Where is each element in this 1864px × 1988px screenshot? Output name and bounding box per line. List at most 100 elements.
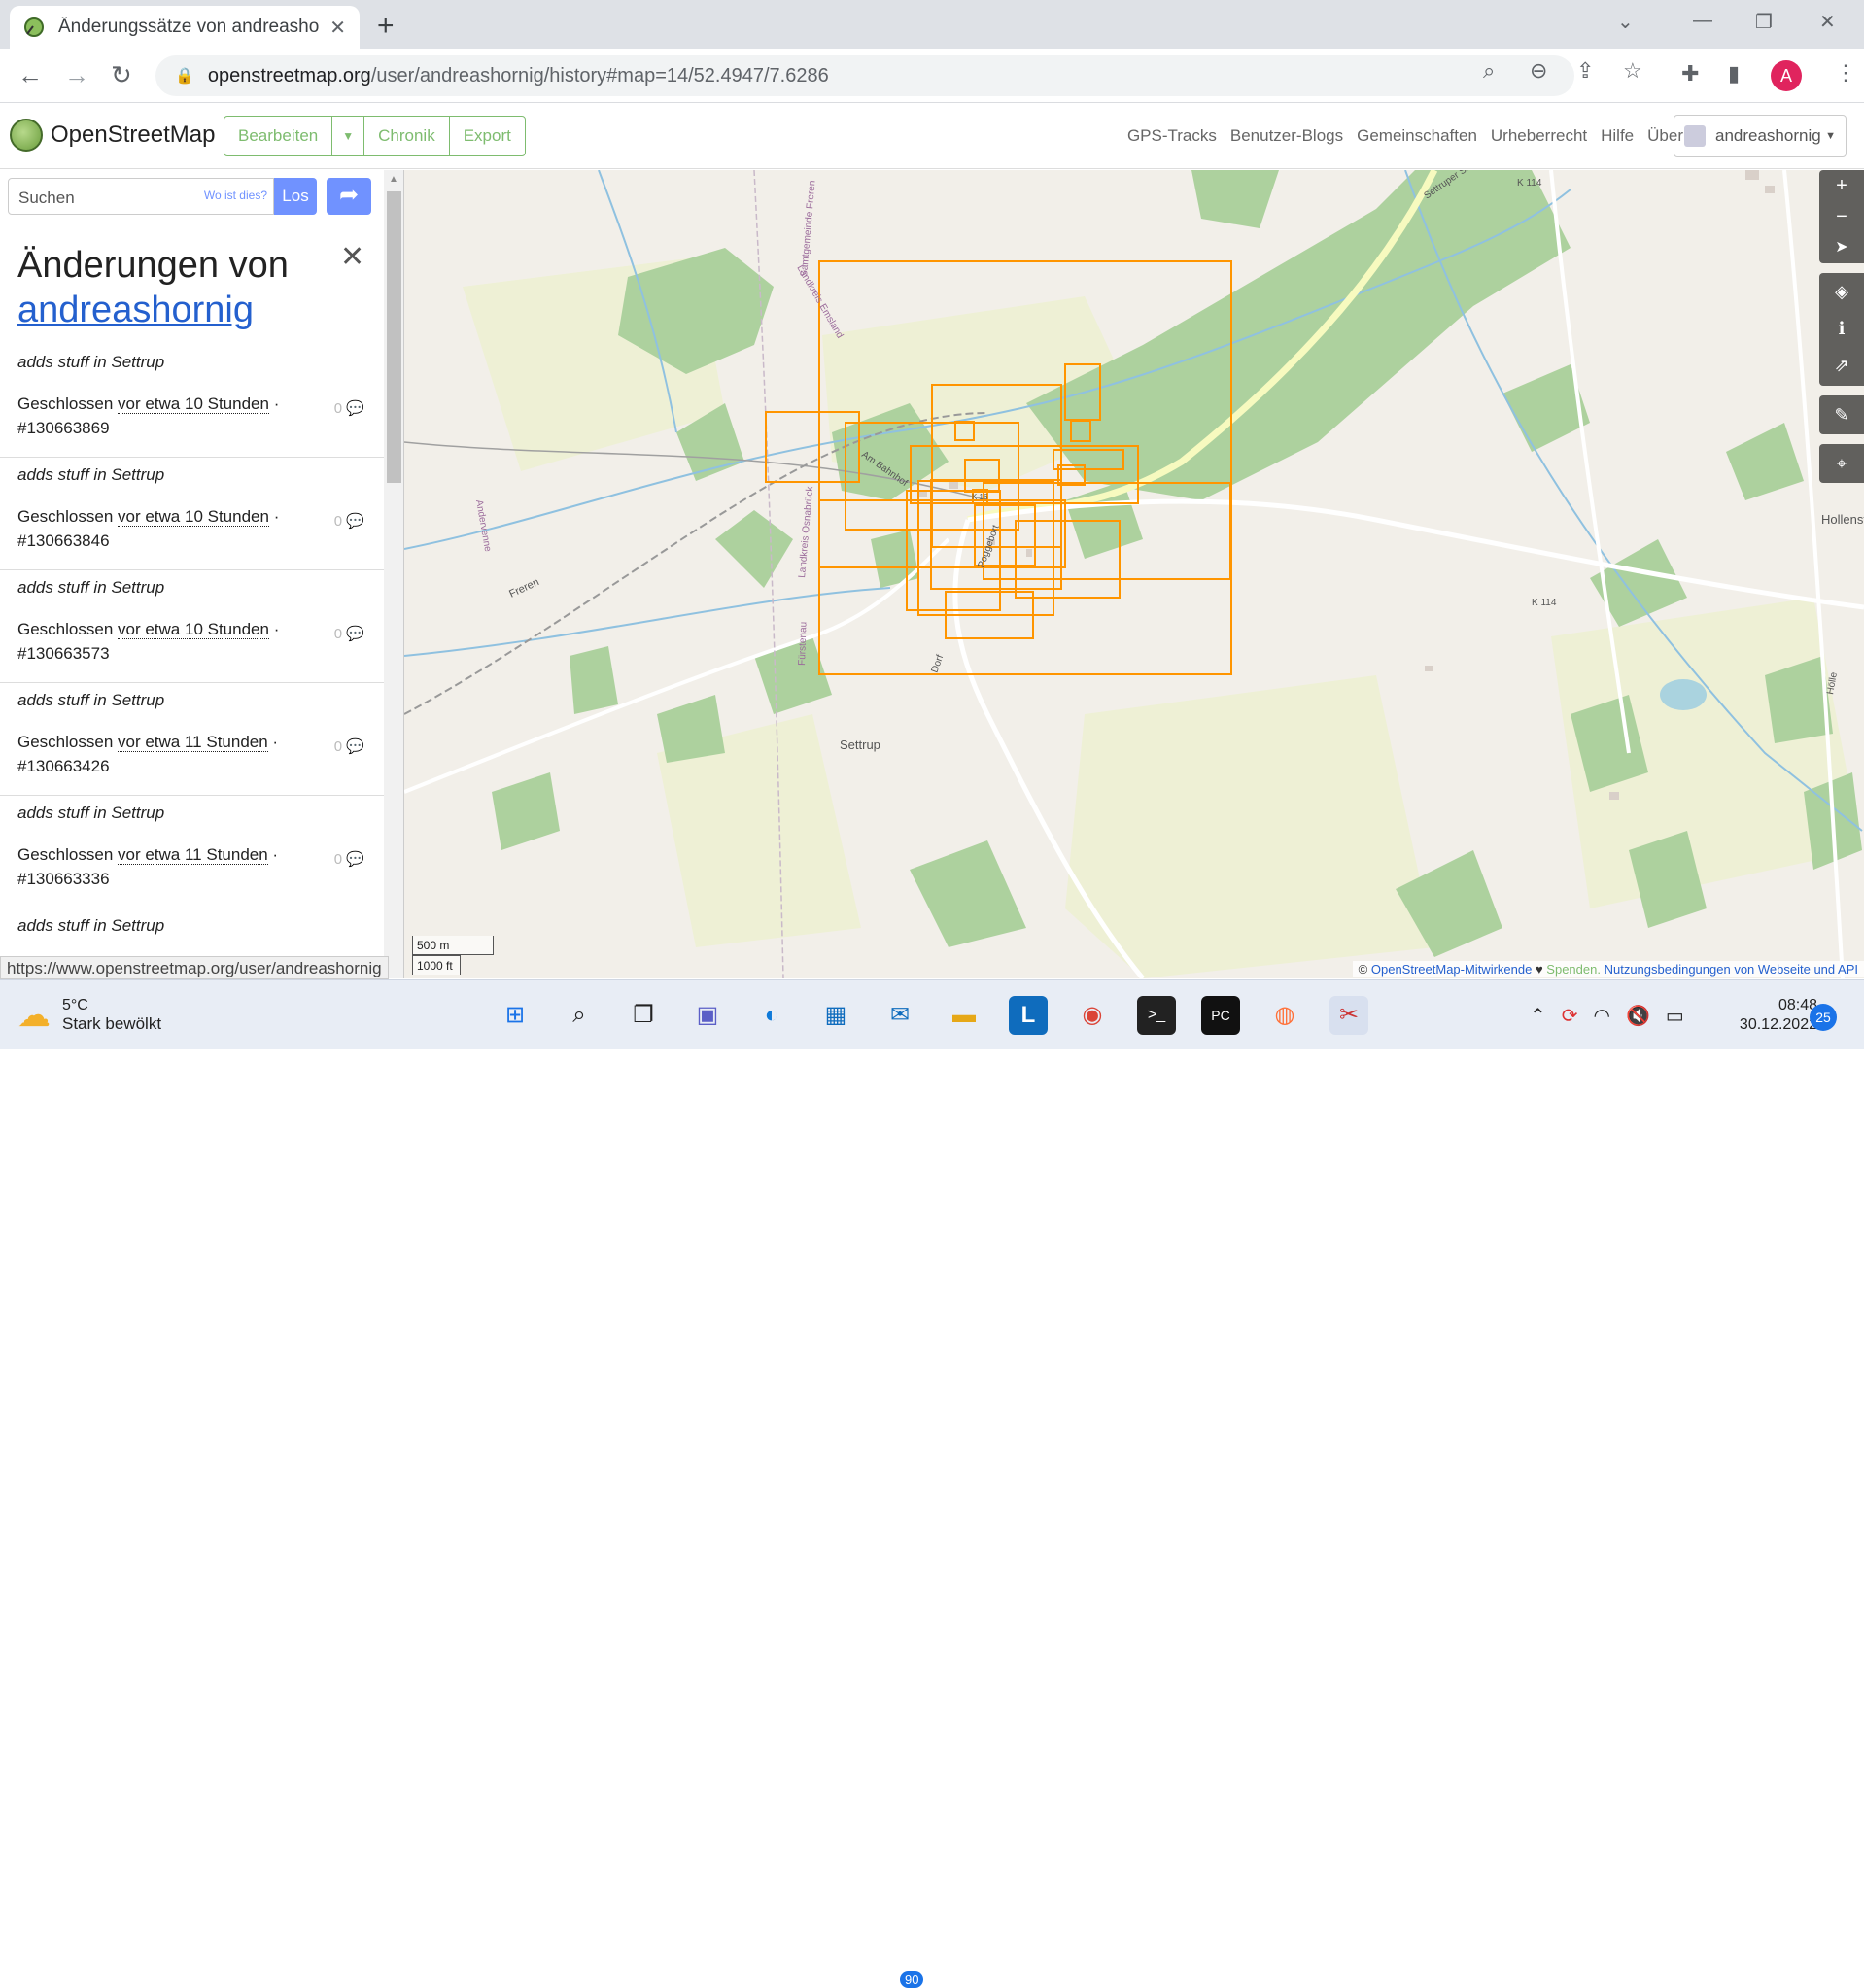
changeset-time: vor etwa 11 Stunden bbox=[118, 845, 268, 865]
zoom-out-button[interactable]: − bbox=[1819, 201, 1864, 232]
search-taskbar-icon[interactable]: ⌕ bbox=[560, 996, 599, 1035]
map-label-k16: K 16 bbox=[972, 493, 988, 501]
tab-search-icon[interactable]: ⌄ bbox=[1617, 10, 1634, 34]
tab-close-icon[interactable]: ✕ bbox=[329, 16, 346, 40]
close-sidebar-icon[interactable]: ✕ bbox=[340, 240, 364, 274]
changeset-time: vor etwa 10 Stunden bbox=[118, 507, 269, 527]
terminal-icon[interactable]: >_ bbox=[1137, 996, 1176, 1035]
changeset-item[interactable]: adds stuff in Settrup Geschlossen vor et… bbox=[0, 683, 384, 796]
extensions-icon[interactable]: ✚ bbox=[1681, 61, 1699, 86]
directions-button[interactable]: ➦ bbox=[327, 178, 371, 215]
url-host: openstreetmap.org bbox=[207, 64, 371, 86]
changeset-meta: Geschlossen vor etwa 11 Stunden · #130663… bbox=[17, 733, 279, 775]
export-button[interactable]: Export bbox=[450, 117, 525, 155]
changeset-comment: adds stuff in Settrup bbox=[17, 578, 165, 597]
changeset-item[interactable]: adds stuff in Settrup Geschlossen vor et… bbox=[0, 345, 384, 458]
edit-dropdown-chevron-icon[interactable]: ▼ bbox=[332, 117, 365, 155]
nav-help[interactable]: Hilfe bbox=[1601, 126, 1634, 146]
weather-temperature: 5°C bbox=[62, 997, 88, 1013]
sync-status-icon[interactable]: ⟳ bbox=[1562, 1004, 1578, 1028]
pycharm-icon[interactable]: PC bbox=[1201, 996, 1240, 1035]
attribution-contributors-link[interactable]: OpenStreetMap-Mitwirkende bbox=[1371, 962, 1532, 977]
scroll-up-arrow-icon[interactable]: ▲ bbox=[389, 174, 398, 185]
minimize-button[interactable]: — bbox=[1693, 10, 1712, 32]
nav-gps-tracks[interactable]: GPS-Tracks bbox=[1127, 126, 1217, 146]
changeset-comment: adds stuff in Settrup bbox=[17, 353, 165, 371]
teams-chat-icon[interactable]: ▣ bbox=[688, 996, 727, 1035]
notification-count-badge[interactable]: 25 bbox=[1810, 1004, 1837, 1031]
profile-avatar[interactable]: A bbox=[1771, 60, 1802, 91]
map-attribution: © OpenStreetMap-Mitwirkende ♥ Spenden. N… bbox=[1352, 961, 1864, 977]
browser-menu-icon[interactable]: ⋮ bbox=[1835, 60, 1856, 86]
browser-tab-active[interactable]: Änderungssätze von andreashornig ✕ bbox=[10, 6, 360, 49]
user-menu-button[interactable]: andreashornig ▼ bbox=[1674, 115, 1847, 157]
show-hidden-icons-chevron-icon[interactable]: ⌃ bbox=[1530, 1004, 1546, 1028]
locate-me-icon[interactable]: ➤ bbox=[1819, 232, 1864, 263]
nav-copyright[interactable]: Urheberrecht bbox=[1491, 126, 1587, 146]
terms-link[interactable]: Nutzungsbedingungen von Webseite und API bbox=[1605, 962, 1858, 977]
donate-link[interactable]: Spenden. bbox=[1546, 962, 1601, 977]
nav-communities[interactable]: Gemeinschaften bbox=[1357, 126, 1477, 146]
nav-user-diaries[interactable]: Benutzer-Blogs bbox=[1230, 126, 1343, 146]
user-avatar bbox=[1684, 125, 1706, 147]
search-go-button[interactable]: Los bbox=[274, 178, 317, 215]
reload-button[interactable]: ↻ bbox=[111, 60, 132, 90]
search-input[interactable]: Suchen Wo ist dies? bbox=[8, 178, 274, 215]
changeset-item[interactable]: adds stuff in Settrup Geschlossen vor et… bbox=[0, 796, 384, 908]
share-map-icon[interactable]: ⇗ bbox=[1819, 347, 1864, 384]
history-button[interactable]: Chronik bbox=[364, 117, 450, 155]
bookmark-star-icon[interactable]: ☆ bbox=[1623, 58, 1642, 84]
file-explorer-icon[interactable]: ▬ bbox=[945, 996, 984, 1035]
battery-icon[interactable]: ▭ bbox=[1666, 1004, 1684, 1028]
scrollbar-thumb[interactable] bbox=[387, 191, 401, 483]
zoom-controls: + − ➤ bbox=[1819, 170, 1864, 263]
where-is-this-link[interactable]: Wo ist dies? bbox=[204, 189, 267, 202]
page-title-user-link[interactable]: andreashornig bbox=[17, 290, 254, 330]
search-page-icon[interactable]: ⌕ bbox=[1483, 58, 1495, 84]
map-key-icon[interactable]: ℹ bbox=[1819, 310, 1864, 347]
add-note-button[interactable]: ✎ bbox=[1819, 395, 1864, 434]
snipping-tool-icon[interactable]: ✂ bbox=[1329, 996, 1368, 1035]
microsoft-store-icon[interactable]: ▦ bbox=[816, 996, 855, 1035]
chrome-browser-icon[interactable]: ◉ bbox=[1073, 996, 1112, 1035]
speaker-muted-icon[interactable]: 🔇 bbox=[1626, 1004, 1650, 1028]
close-window-button[interactable]: ✕ bbox=[1819, 10, 1836, 34]
changeset-comment: adds stuff in Settrup bbox=[17, 465, 165, 484]
new-tab-button[interactable]: + bbox=[377, 10, 395, 43]
map-view[interactable]: Settrup Hollenst K 114 K 114 Freren Am B… bbox=[404, 170, 1864, 978]
query-features-button[interactable]: ⌖ bbox=[1819, 444, 1864, 483]
back-button[interactable]: ← bbox=[17, 60, 43, 90]
system-clock[interactable]: 08:48 30.12.2022 bbox=[1720, 996, 1817, 1035]
changeset-item[interactable]: adds stuff in Settrup Geschlossen vor et… bbox=[0, 458, 384, 570]
l-app-icon[interactable]: L bbox=[1009, 996, 1048, 1035]
edit-button[interactable]: Bearbeiten bbox=[224, 117, 333, 155]
zoom-in-button[interactable]: + bbox=[1819, 170, 1864, 201]
address-bar[interactable]: 🔒 openstreetmap.org/user/andreashornig/h… bbox=[155, 55, 1574, 96]
scale-imperial: 1000 ft bbox=[412, 955, 461, 975]
osm-logo[interactable]: OpenStreetMap bbox=[10, 119, 215, 152]
mail-app-icon[interactable]: ✉ bbox=[880, 996, 919, 1035]
changeset-item[interactable]: adds stuff in Settrup Geschlossen vor et… bbox=[0, 570, 384, 683]
forward-button[interactable]: → bbox=[64, 60, 89, 90]
share-icon[interactable]: ⇪ bbox=[1576, 58, 1594, 84]
firefox-icon[interactable]: ◍ bbox=[1265, 996, 1304, 1035]
browser-toolbar: ← → ↻ 🔒 openstreetmap.org/user/andreasho… bbox=[0, 49, 1864, 103]
comment-bubble-icon: 💬 bbox=[346, 851, 364, 868]
changeset-id: #130663336 bbox=[17, 870, 110, 888]
layers-icon[interactable]: ◈ bbox=[1819, 273, 1864, 310]
secondary-nav: GPS-Tracks Benutzer-Blogs Gemeinschaften… bbox=[1127, 126, 1683, 146]
tab-strip: Änderungssätze von andreashornig ✕ + ⌄ —… bbox=[0, 0, 1864, 49]
restore-button[interactable]: ❐ bbox=[1755, 10, 1773, 34]
changeset-status: Geschlossen bbox=[17, 620, 114, 638]
link-hover-status: https://www.openstreetmap.org/user/andre… bbox=[0, 956, 389, 979]
task-view-icon[interactable]: ❐ bbox=[624, 996, 663, 1035]
changeset-meta: Geschlossen vor etwa 10 Stunden · #130663… bbox=[17, 394, 280, 437]
weather-widget[interactable]: ☁ 5°C Stark bewölkt bbox=[17, 996, 161, 1035]
comment-count: 0 bbox=[333, 400, 343, 417]
start-menu-icon[interactable]: ⊞ bbox=[496, 996, 535, 1035]
wifi-icon[interactable]: ◠ bbox=[1594, 1004, 1610, 1028]
sidebar-scrollbar[interactable]: ▲ bbox=[384, 170, 403, 978]
side-panel-icon[interactable]: ▮ bbox=[1728, 61, 1740, 86]
edge-browser-icon[interactable]: ◐ bbox=[752, 996, 791, 1035]
zoom-out-icon[interactable]: ⊖ bbox=[1530, 58, 1547, 84]
